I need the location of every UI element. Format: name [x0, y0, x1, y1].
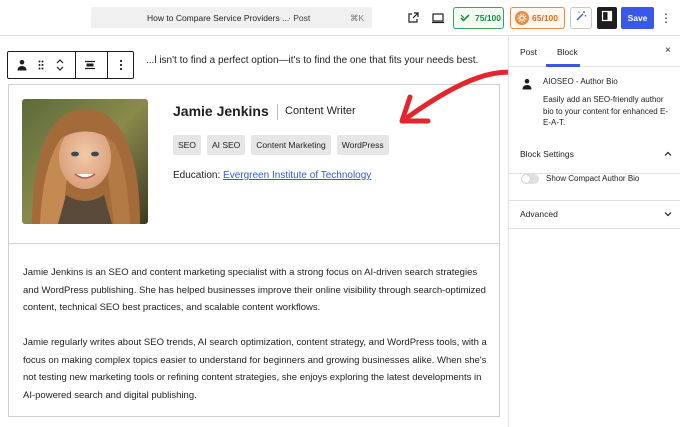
gear-score-icon — [515, 11, 529, 25]
author-bio-block[interactable]: Jamie Jenkins Content Writer SEO AI SEO … — [8, 84, 500, 417]
person-block-icon[interactable] — [10, 52, 34, 78]
active-tab-indicator — [546, 64, 580, 67]
drag-handle-icon[interactable] — [34, 52, 48, 78]
chevron-down-icon[interactable] — [663, 209, 673, 219]
author-avatar — [22, 99, 148, 224]
expertise-tag: AI SEO — [206, 135, 246, 155]
block-description: Easily add an SEO-friendly author bio to… — [543, 95, 668, 127]
more-options-icon[interactable]: ⋮ — [660, 12, 672, 24]
more-options-icon[interactable] — [110, 52, 132, 78]
chevron-up-icon[interactable] — [663, 149, 673, 159]
author-name: Jamie Jenkins — [173, 103, 269, 119]
editor-header: How to Compare Service Providers ... · P… — [0, 0, 680, 36]
sidebar-tabs: Post Block × — [509, 37, 680, 67]
ai-assistant-button[interactable] — [570, 7, 592, 29]
block-toolbar — [7, 51, 134, 79]
expertise-tag: Content Marketing — [251, 135, 331, 155]
tab-post[interactable]: Post — [520, 47, 537, 57]
external-link-icon[interactable] — [404, 9, 422, 27]
advanced-panel-toggle[interactable]: Advanced — [520, 209, 558, 219]
toolbar-divider — [75, 52, 76, 78]
education-label: Education: — [173, 170, 221, 181]
desktop-preview-icon[interactable] — [429, 9, 447, 27]
expertise-tag: WordPress — [336, 135, 389, 155]
close-icon[interactable]: × — [665, 45, 671, 56]
truseo-score-value: 65/100 — [532, 13, 558, 23]
author-bio-header: Jamie Jenkins Content Writer SEO AI SEO … — [9, 85, 499, 244]
tab-block[interactable]: Block — [557, 47, 578, 57]
sidebar-toggle-icon — [601, 9, 613, 27]
block-settings-panel-toggle[interactable]: Block Settings — [520, 149, 574, 159]
move-up-down-icon[interactable] — [50, 52, 70, 78]
toggle-knob — [522, 175, 530, 183]
command-shortcut: ⌘K — [350, 13, 365, 23]
paragraph-intro[interactable]: ...l isn't to find a perfect option—it's… — [146, 55, 478, 66]
compact-bio-label: Show Compact Author Bio — [546, 174, 640, 183]
panel-divider — [509, 228, 680, 229]
panel-divider — [509, 200, 680, 201]
compact-bio-toggle[interactable] — [521, 174, 539, 184]
author-education: Education: Evergreen Institute of Techno… — [173, 170, 371, 181]
expertise-tag: SEO — [173, 135, 201, 155]
document-title: How to Compare Service Providers ... — [147, 13, 290, 23]
document-title-bar[interactable]: How to Compare Service Providers ... · P… — [91, 7, 372, 28]
block-title: AIOSEO - Author Bio — [543, 77, 618, 86]
align-icon[interactable] — [78, 52, 102, 78]
toolbar-divider — [107, 52, 108, 78]
bio-paragraph: Jamie regularly writes about SEO trends,… — [23, 337, 487, 401]
seo-score-badge[interactable]: 75/100 — [453, 7, 504, 29]
person-block-icon — [521, 77, 533, 95]
save-button[interactable]: Save — [621, 7, 654, 29]
truseo-score-badge[interactable]: 65/100 — [510, 7, 565, 29]
aioseo-icon — [458, 11, 472, 25]
seo-score-value: 75/100 — [475, 13, 501, 23]
author-job-title: Content Writer — [285, 105, 356, 117]
settings-sidebar: Post Block × AIOSEO - Author Bio Easily … — [508, 37, 680, 427]
bio-paragraph: Jamie Jenkins is an SEO and content mark… — [23, 267, 486, 313]
name-divider — [277, 104, 278, 120]
education-link[interactable]: Evergreen Institute of Technology — [223, 170, 371, 181]
settings-sidebar-toggle[interactable] — [597, 7, 617, 29]
wand-icon — [575, 9, 587, 27]
author-tags: SEO AI SEO Content Marketing WordPress — [173, 135, 389, 155]
document-type: · Post — [288, 13, 311, 23]
